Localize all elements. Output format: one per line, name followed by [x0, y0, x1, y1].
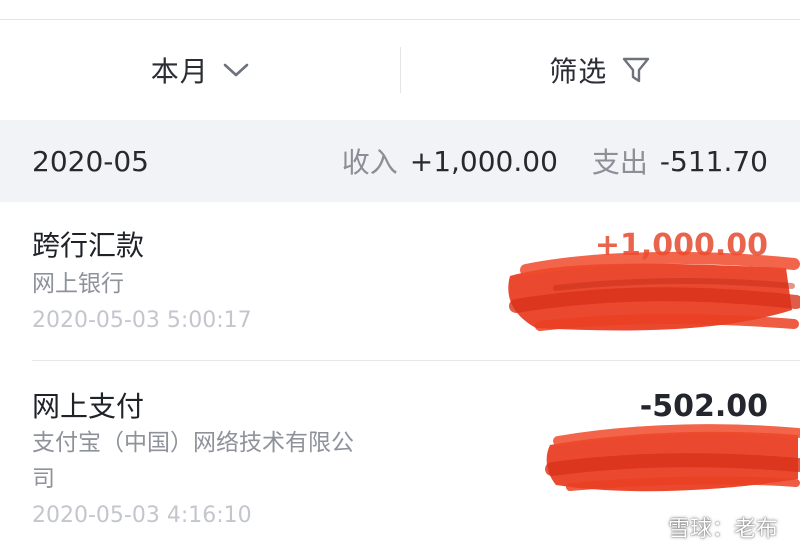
transaction-counterparty-continued: 司 — [32, 466, 55, 492]
transaction-time: 2020-05-03 5:00:17 — [32, 308, 252, 333]
expense-total: -511.70 — [659, 144, 768, 178]
transaction-amount: -502.00 — [639, 389, 768, 424]
filter-bar: 本月 筛选 — [0, 20, 800, 120]
period-selector[interactable]: 本月 — [0, 20, 400, 120]
transaction-counterparty: 网上银行 — [32, 271, 124, 297]
redaction-scribble — [545, 424, 800, 492]
transaction-counterparty: 支付宝（中国）网络技术有限公 — [32, 430, 354, 456]
transaction-row[interactable]: 跨行汇款 网上银行 2020-05-03 5:00:17 +1,000.00 — [0, 202, 800, 360]
snowball-logo-icon — [636, 514, 662, 540]
transaction-amount: +1,000.00 — [594, 228, 768, 263]
transaction-title: 网上支付 — [32, 390, 145, 423]
watermark: 雪球：老布 — [636, 511, 778, 543]
transaction-list-screen: 本月 筛选 2020-05 收入 +1,000.00 支出 -511.70 跨行… — [0, 0, 800, 557]
filter-button[interactable]: 筛选 — [401, 20, 800, 120]
income-label: 收入 — [341, 146, 398, 179]
transaction-title: 跨行汇款 — [32, 229, 145, 262]
funnel-icon — [621, 55, 651, 85]
watermark-text: 雪球：老布 — [667, 517, 778, 542]
period-label: 本月 — [150, 55, 209, 88]
income-total: +1,000.00 — [409, 144, 558, 178]
expense-label: 支出 — [591, 146, 648, 179]
chevron-down-icon — [223, 62, 249, 78]
month-summary: 2020-05 收入 +1,000.00 支出 -511.70 — [0, 120, 800, 202]
filter-label: 筛选 — [549, 55, 608, 88]
redaction-scribble — [508, 251, 800, 331]
summary-month: 2020-05 — [32, 144, 149, 178]
transaction-time: 2020-05-03 4:16:10 — [32, 503, 252, 528]
summary-totals: 收入 +1,000.00 支出 -511.70 — [342, 141, 768, 181]
